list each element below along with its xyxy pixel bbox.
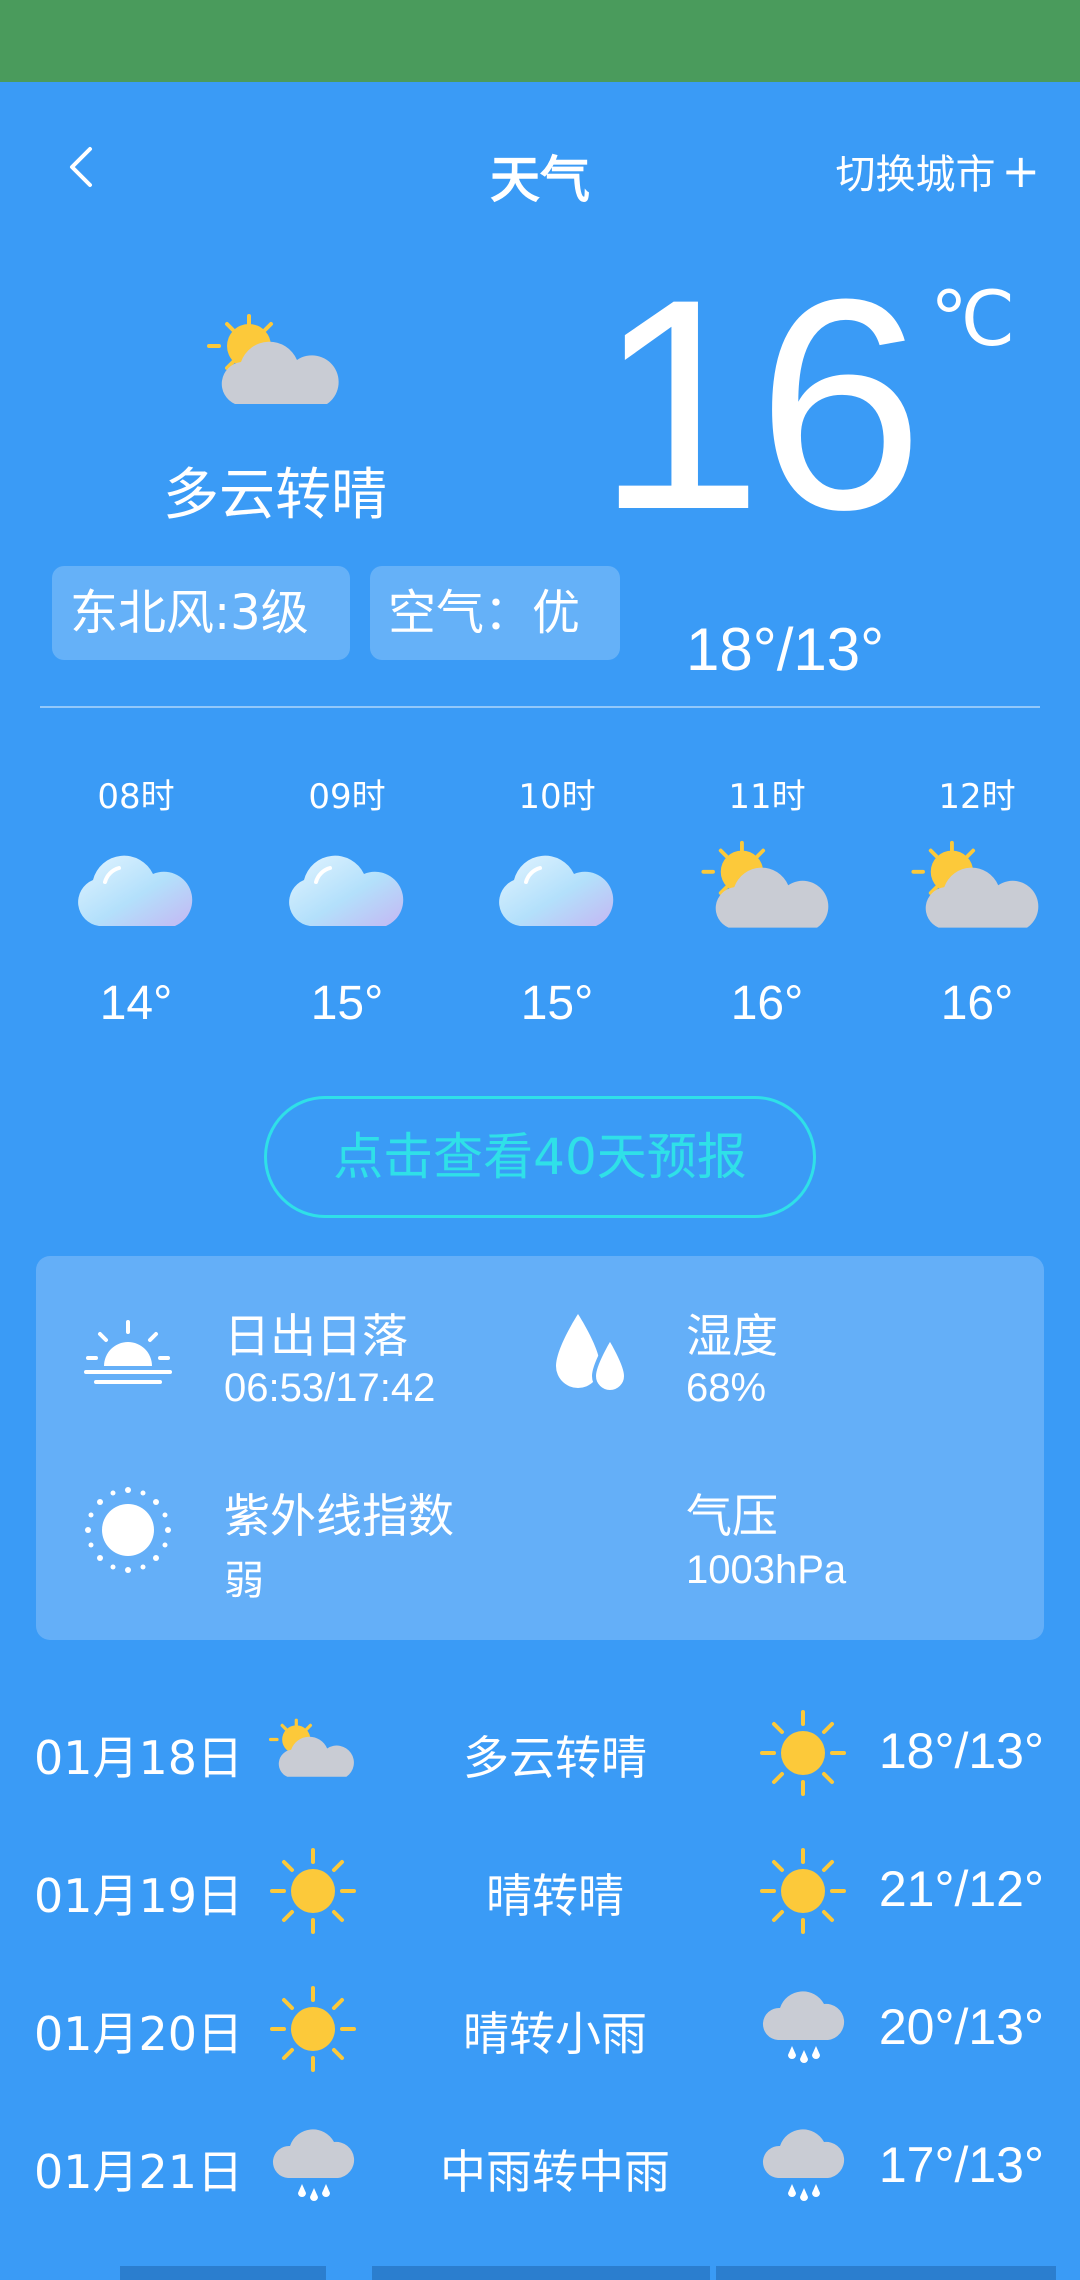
hour-label: 12时	[938, 777, 1016, 817]
next-section-peek	[0, 2266, 1080, 2280]
daily-row[interactable]: 01月18日 多云转晴 18°/13°	[0, 1686, 1080, 1816]
sunrise-icon	[84, 1320, 172, 1384]
wind-badge: 东北风:3级	[52, 566, 350, 660]
air-quality-badge: 空气：优	[370, 566, 620, 660]
daily-row[interactable]: 01月20日 晴转小雨 20°/13°	[0, 1962, 1080, 2092]
hour-temperature: 15°	[310, 977, 384, 1030]
cloudy-icon	[289, 855, 404, 926]
today-range: 18°/13°	[686, 616, 885, 683]
day-date: 01月19日	[34, 1869, 244, 1923]
current-condition: 多云转晴	[163, 463, 387, 528]
day-condition: 晴转晴	[486, 1869, 624, 1923]
hour-temperature: 16°	[940, 977, 1014, 1030]
hourly-item: 11时 16°	[667, 772, 867, 1031]
rain-icon	[762, 2129, 845, 2201]
partly-cloudy-icon	[701, 840, 829, 928]
hour-temperature: 14°	[99, 977, 173, 1030]
current-temperature: 16	[596, 236, 924, 572]
hourly-item: 09时 15°	[247, 772, 447, 1031]
hour-temperature: 16°	[730, 977, 804, 1030]
hourly-item: 10时 15°	[457, 772, 657, 1031]
uv-label: 紫外线指数	[224, 1489, 454, 1543]
pressure-value: 1003hPa	[686, 1548, 847, 1592]
pressure-label: 气压	[686, 1489, 778, 1543]
hour-temperature: 15°	[520, 977, 594, 1030]
rain-icon	[272, 2129, 355, 2201]
day-date: 01月20日	[34, 2007, 244, 2061]
partly-cloudy-icon	[207, 314, 339, 404]
sunny-icon	[270, 1986, 356, 2072]
details-card: 日出日落 06:53/17:42 湿度 68% 紫外线指数 弱 气压 1003h…	[36, 1256, 1044, 1640]
switch-city-label: 切换城市	[835, 152, 996, 198]
plus-icon: +	[1001, 144, 1040, 198]
weather-screen: 天气 切换城市 + 多云转晴 东北风:3级 空气：优 16 ℃ 18°/13° …	[0, 82, 1080, 2280]
day-temperature-range: 17°/13°	[878, 2137, 1044, 2193]
day-condition: 晴转小雨	[463, 2007, 647, 2061]
temperature-unit: ℃	[930, 277, 1016, 362]
hourly-item: 08时 14°	[36, 772, 236, 1031]
uv-sun-icon	[85, 1487, 171, 1573]
sunny-icon	[760, 1710, 846, 1796]
humidity-value: 68%	[686, 1366, 767, 1410]
partly-cloudy-icon	[911, 840, 1039, 928]
divider	[40, 706, 1040, 708]
forecast-40-day-button[interactable]: 点击查看40天预报	[264, 1096, 816, 1218]
sunny-icon	[760, 1848, 846, 1934]
sunny-icon	[270, 1848, 356, 1934]
sunrise-label: 日出日落	[224, 1309, 408, 1363]
day-temperature-range: 20°/13°	[878, 1999, 1044, 2055]
hour-label: 08时	[97, 777, 175, 817]
day-temperature-range: 21°/12°	[878, 1861, 1044, 1917]
day-date: 01月18日	[34, 1731, 244, 1785]
hour-label: 10时	[518, 777, 596, 817]
hour-label: 11时	[728, 777, 806, 817]
hour-label: 09时	[308, 777, 386, 817]
hourly-forecast: 08时 14° 09时 15° 10时 15° 11时 16° 12时 16°	[0, 772, 1080, 1142]
rain-icon	[762, 1991, 845, 2063]
uv-value: 弱	[224, 1559, 264, 1603]
humidity-label: 湿度	[686, 1309, 778, 1363]
humidity-icon	[556, 1314, 629, 1394]
hourly-item: 12时 16°	[877, 772, 1077, 1031]
cloudy-icon	[78, 855, 193, 926]
daily-row[interactable]: 01月21日 中雨转中雨 17°/13°	[0, 2100, 1080, 2230]
day-date: 01月21日	[34, 2145, 244, 2199]
sunrise-value: 06:53/17:42	[224, 1366, 436, 1410]
cloudy-icon	[499, 855, 614, 926]
daily-row[interactable]: 01月19日 晴转晴 21°/12°	[0, 1824, 1080, 1954]
partly-cloudy-icon	[268, 1718, 354, 1777]
status-bar	[0, 0, 1080, 82]
day-condition: 中雨转中雨	[440, 2145, 670, 2199]
switch-city-button[interactable]: 切换城市 +	[835, 142, 1040, 200]
day-condition: 多云转晴	[463, 1731, 647, 1785]
day-temperature-range: 18°/13°	[878, 1723, 1044, 1779]
